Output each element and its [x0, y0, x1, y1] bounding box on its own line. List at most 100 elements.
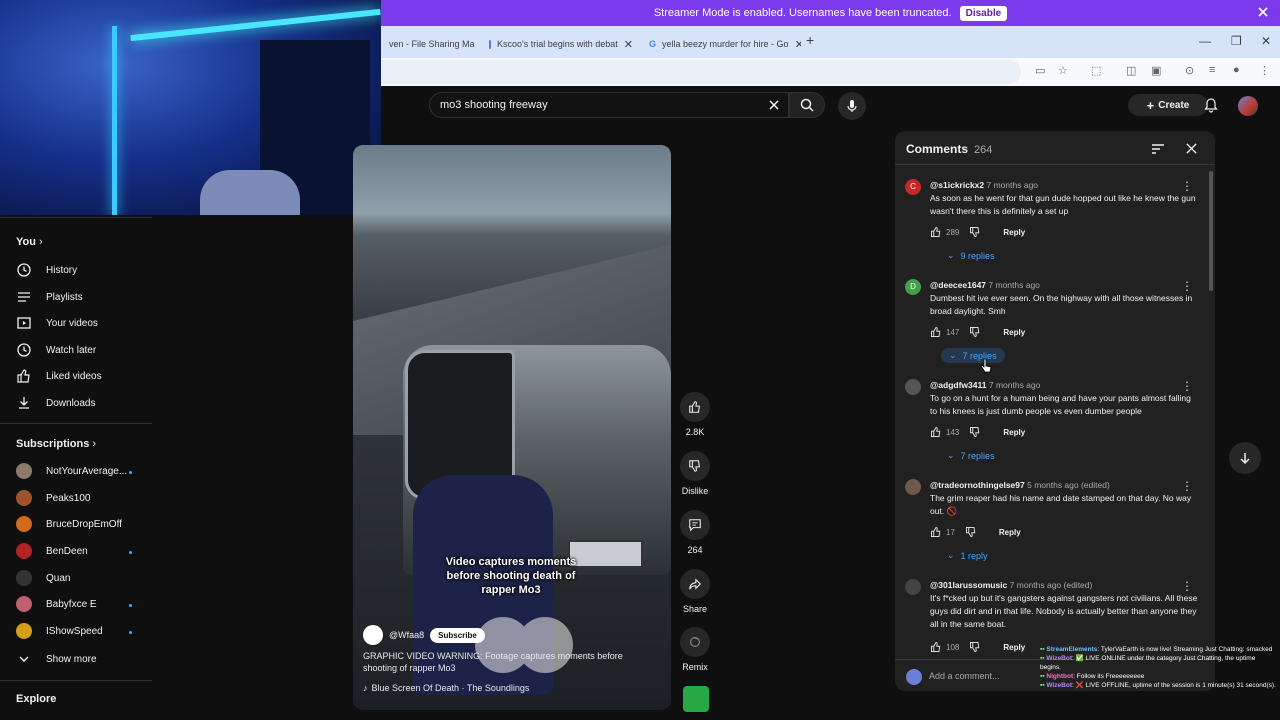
thumbs-up-icon[interactable] — [930, 641, 942, 653]
sidebar-item-downloads[interactable]: Downloads — [16, 395, 95, 411]
comment-author[interactable]: @s1ickrickx2 — [930, 180, 984, 190]
reading-list-icon[interactable]: ≡ — [1209, 64, 1215, 76]
thumbs-up-icon[interactable] — [930, 226, 942, 238]
channel-name: NotYourAverage... — [46, 465, 128, 477]
address-bar[interactable] — [381, 60, 1021, 84]
video-music[interactable]: ♪ Blue Screen Of Death · The Soundlings — [363, 683, 529, 693]
comment-author[interactable]: @adgdfw3411 — [930, 380, 986, 390]
video-caption: Video captures moments before shooting d… — [445, 556, 577, 596]
subscription-item[interactable]: IShowSpeed — [16, 623, 103, 639]
channel-avatar — [16, 543, 32, 559]
comment-author[interactable]: @tradeornothingelse97 — [930, 480, 1025, 490]
search-button[interactable] — [789, 92, 825, 118]
more-options-icon[interactable]: ⋮ — [1181, 379, 1193, 393]
new-tab-button[interactable]: + — [806, 32, 814, 48]
sidebar-you-header[interactable]: You › — [16, 236, 43, 248]
more-options-icon[interactable]: ⋮ — [1181, 279, 1193, 293]
account-avatar[interactable] — [1238, 96, 1258, 116]
thumbs-up-icon[interactable] — [930, 526, 942, 538]
dislike-button[interactable]: Dislike — [680, 451, 710, 496]
channel-handle[interactable]: @Wfaa8 — [389, 630, 424, 640]
sidebar-item-history[interactable]: History — [16, 262, 77, 278]
like-button[interactable]: 2.8K — [680, 392, 710, 437]
sidebar-subscriptions-header[interactable]: Subscriptions › — [16, 438, 96, 450]
close-window-icon[interactable]: ✕ — [1261, 34, 1271, 48]
more-options-icon[interactable]: ⋮ — [1181, 579, 1193, 593]
comments-scrollbar[interactable] — [1209, 171, 1213, 291]
remix-thumbnail[interactable] — [683, 686, 709, 712]
subscription-item[interactable]: Peaks100 — [16, 490, 90, 506]
close-icon[interactable] — [1256, 5, 1270, 19]
share-button[interactable]: Share — [680, 569, 710, 614]
remix-button[interactable]: Remix — [680, 627, 710, 672]
reply-button[interactable]: Reply — [999, 528, 1021, 537]
bookmark-star-icon[interactable]: ☆ — [1058, 64, 1068, 77]
more-options-icon[interactable]: ⋮ — [1181, 479, 1193, 493]
thumbs-up-icon[interactable] — [930, 426, 942, 438]
thumbs-up-icon[interactable] — [930, 326, 942, 338]
browser-tab[interactable]: Kscoo's trial begins with debat ✕ — [481, 30, 641, 58]
subscription-item[interactable]: Quan — [16, 570, 70, 586]
subscription-item[interactable]: NotYourAverage... — [16, 463, 127, 479]
next-video-button[interactable] — [1229, 442, 1261, 474]
minimize-icon[interactable]: — — [1199, 34, 1211, 48]
sort-icon[interactable] — [1151, 142, 1165, 156]
comment-avatar[interactable] — [905, 479, 921, 495]
screenshot-icon[interactable]: ◫ — [1126, 64, 1136, 77]
thumbs-down-icon[interactable] — [965, 526, 977, 538]
profile-icon[interactable]: ● — [1233, 64, 1240, 76]
media-icon[interactable]: ▣ — [1151, 64, 1161, 77]
channel-avatar[interactable] — [363, 625, 383, 645]
view-replies-button[interactable]: ⌄ 9 replies — [947, 250, 995, 261]
extension-icon[interactable]: ⬚ — [1091, 64, 1101, 77]
reply-button[interactable]: Reply — [1003, 228, 1025, 237]
sidebar-item-playlists[interactable]: Playlists — [16, 289, 83, 305]
show-more-button[interactable]: Show more — [16, 651, 97, 667]
clear-search-icon[interactable] — [768, 99, 780, 111]
subscription-item[interactable]: BenDeen — [16, 543, 88, 559]
video-title[interactable]: GRAPHIC VIDEO WARNING: Footage captures … — [363, 650, 653, 674]
view-replies-button[interactable]: ⌄ 7 replies — [947, 450, 995, 461]
sidebar-item-watch-later[interactable]: Watch later — [16, 342, 96, 358]
create-button[interactable]: + Create — [1128, 94, 1208, 116]
channel-avatar — [16, 623, 32, 639]
comment-avatar[interactable]: D — [905, 279, 921, 295]
add-comment-input[interactable]: Add a comment... — [929, 671, 1000, 681]
cast-icon[interactable]: ▭ — [1035, 64, 1045, 77]
close-tab-icon[interactable]: ✕ — [624, 38, 633, 51]
comment-avatar[interactable]: C — [905, 179, 921, 195]
short-video-player[interactable]: Video captures moments before shooting d… — [353, 145, 671, 710]
sidebar-item-your-videos[interactable]: Your videos — [16, 315, 98, 331]
reply-button[interactable]: Reply — [1003, 643, 1025, 652]
restore-icon[interactable]: ❐ — [1231, 34, 1242, 48]
view-replies-button[interactable]: ⌄ 1 reply — [947, 550, 988, 561]
browser-tab[interactable]: G yella beezy murder for hire - Go ✕ — [641, 30, 801, 58]
subscribe-button[interactable]: Subscribe — [430, 627, 485, 643]
comments-button[interactable]: 264 — [680, 510, 710, 555]
browser-menu-icon[interactable]: ⋮ — [1259, 64, 1270, 77]
comment-author[interactable]: @deecee1647 — [930, 280, 986, 290]
more-options-icon[interactable]: ⋮ — [1181, 179, 1193, 193]
thumbs-down-icon[interactable] — [969, 326, 981, 338]
close-tab-icon[interactable]: ✕ — [795, 38, 801, 51]
tab-title: yella beezy murder for hire - Go — [662, 39, 789, 49]
reply-button[interactable]: Reply — [1003, 328, 1025, 337]
comment-avatar[interactable] — [905, 579, 921, 595]
thumbs-down-icon[interactable] — [969, 226, 981, 238]
notifications-bell-icon[interactable] — [1203, 97, 1219, 113]
voice-search-button[interactable] — [838, 92, 866, 120]
disable-streamer-mode-button[interactable]: Disable — [959, 5, 1008, 21]
view-replies-button[interactable]: ⌄ 7 replies — [941, 348, 1005, 363]
download-icon[interactable]: ⊙ — [1185, 64, 1194, 77]
reply-button[interactable]: Reply — [1003, 428, 1025, 437]
sidebar-item-liked-videos[interactable]: Liked videos — [16, 368, 102, 384]
subscription-item[interactable]: Babyfxce E — [16, 596, 97, 612]
thumbs-down-icon[interactable] — [969, 426, 981, 438]
subscription-item[interactable]: BruceDropEmOff — [16, 516, 122, 532]
search-input[interactable]: mo3 shooting freeway — [429, 92, 789, 118]
browser-tab[interactable]: ven - File Sharing Ma✕ — [381, 30, 481, 58]
thumbs-down-icon[interactable] — [969, 641, 981, 653]
comment-avatar[interactable] — [905, 379, 921, 395]
comment-author[interactable]: @301larussomusic — [930, 580, 1007, 590]
close-icon[interactable] — [1185, 142, 1198, 155]
